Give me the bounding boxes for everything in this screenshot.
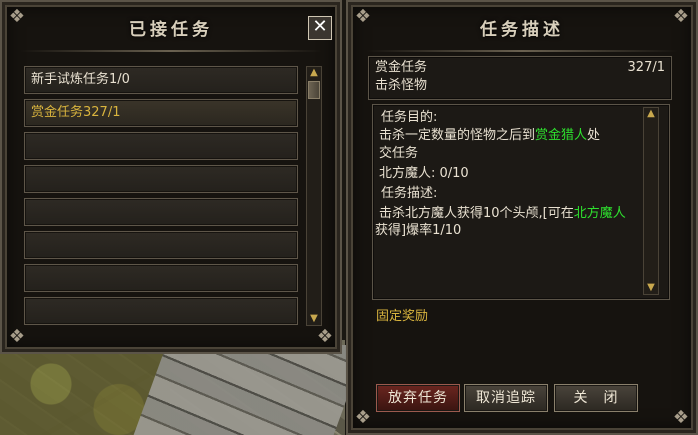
scroll-down-arrow-icon[interactable]: ▼ (307, 313, 321, 325)
quest-body-box: 任务目的: 击杀一定数量的怪物之后到赏金猎人处 交任务 北方魔人: 0/10 任… (372, 104, 670, 300)
quest-description-panel: ❖ ❖ ❖ ❖ 任务描述 赏金任务 327/1 击杀怪物 任务目的: 击杀一定数… (346, 0, 698, 435)
scroll-thumb[interactable] (308, 81, 320, 99)
accepted-quests-panel: ❖ ❖ ❖ 已接任务 ✕ 新手试炼任务1/0 赏金任务327/1 ▲ ▼ (0, 0, 342, 354)
scroll-up-arrow-icon[interactable]: ▲ (644, 108, 658, 120)
quest-list-item[interactable] (24, 165, 298, 193)
button-label: 取消追踪 (476, 390, 536, 406)
fixed-reward-label: 固定奖励 (376, 309, 429, 324)
quest-list-item[interactable] (24, 132, 298, 160)
corner-ornament-icon: ❖ (672, 407, 690, 428)
scroll-up-arrow-icon[interactable]: ▲ (307, 67, 321, 79)
panel-title: 已接任务 (129, 20, 213, 40)
location-link[interactable]: 北方魔人 (574, 206, 626, 221)
quest-name: 赏金任务 (375, 60, 428, 75)
close-icon: ✕ (312, 16, 328, 37)
panel-header: 已接任务 (2, 10, 340, 50)
button-label: 关 闭 (573, 390, 619, 406)
desc-line-1: 击杀北方魔人获得10个头颅,[可在北方魔人 (379, 205, 626, 222)
quest-item-label: 新手试炼任务1/0 (31, 72, 130, 87)
stone-path (133, 345, 367, 435)
quest-list-scrollbar[interactable]: ▲ ▼ (306, 66, 322, 326)
panel-header: 任务描述 (348, 10, 696, 50)
quest-header-box: 赏金任务 327/1 击杀怪物 (368, 56, 672, 100)
goal-label: 任务目的: (381, 110, 438, 125)
quest-list-item[interactable] (24, 231, 298, 259)
close-dialog-button[interactable]: 关 闭 (554, 384, 638, 412)
button-label: 放弃任务 (388, 390, 448, 406)
close-button[interactable]: ✕ (308, 16, 332, 40)
goal-line-2: 交任务 (379, 146, 419, 161)
quest-count: 327/1 (627, 60, 665, 75)
desc-label: 任务描述: (381, 186, 438, 201)
goal-line-1: 击杀一定数量的怪物之后到赏金猎人处 (379, 127, 600, 144)
scroll-down-arrow-icon[interactable]: ▼ (644, 282, 658, 294)
header-divider (366, 50, 678, 52)
quest-item-label: 赏金任务327/1 (31, 105, 121, 120)
quest-list-item[interactable]: 新手试炼任务1/0 (24, 66, 298, 94)
quest-subtitle: 击杀怪物 (375, 78, 428, 93)
corner-ornament-icon: ❖ (316, 326, 334, 347)
description-scrollbar[interactable]: ▲ ▼ (643, 107, 659, 295)
panel-title: 任务描述 (480, 20, 564, 40)
progress-text: 北方魔人: 0/10 (379, 166, 469, 181)
game-scene: ❖ ❖ ❖ 已接任务 ✕ 新手试炼任务1/0 赏金任务327/1 ▲ ▼ ❖ ❖… (0, 0, 698, 435)
corner-ornament-icon: ❖ (8, 326, 26, 347)
header-divider (20, 50, 322, 52)
goal-text: 处 (587, 128, 601, 143)
goal-text: 击杀一定数量的怪物之后到 (379, 128, 536, 143)
quest-list-item[interactable] (24, 198, 298, 226)
quest-list-item[interactable]: 赏金任务327/1 (24, 99, 298, 127)
quest-list-item[interactable] (24, 264, 298, 292)
desc-line-2: 获得]爆率1/10 (375, 223, 462, 238)
corner-ornament-icon: ❖ (354, 407, 372, 428)
desc-text: 击杀北方魔人获得10个头颅,[可在 (379, 206, 574, 221)
npc-link[interactable]: 赏金猎人 (535, 128, 587, 143)
quest-list-item[interactable] (24, 297, 298, 325)
untrack-quest-button[interactable]: 取消追踪 (464, 384, 548, 412)
abandon-quest-button[interactable]: 放弃任务 (376, 384, 460, 412)
